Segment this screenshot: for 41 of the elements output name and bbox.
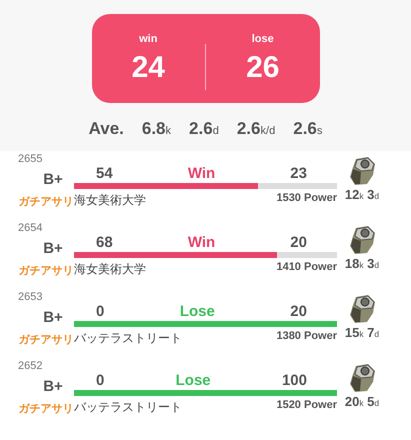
mode-name: ガチアサリ [18,333,74,347]
mode-name: ガチアサリ [18,264,74,278]
stage-name: バッテラストリート [74,399,182,416]
battle-number: 2652 [18,360,44,372]
stage-name: 海女美術大学 [74,261,146,278]
win-count: 24 [132,50,165,84]
enemy-score: 23 [290,165,307,182]
stage-name: 海女美術大学 [74,192,146,209]
rank: B+ [43,171,63,188]
battle-number: 2655 [18,153,44,165]
lose-count: 26 [246,50,280,84]
battle-number: 2654 [18,222,44,234]
weapon-icon [347,362,377,394]
enemy-score: 20 [290,303,307,320]
stage-name: バッテラストリート [74,330,182,347]
rank: B+ [43,378,63,395]
rank: B+ [43,240,63,257]
enemy-score: 100 [282,372,307,389]
power: 1520 Power [276,399,337,413]
power: 1380 Power [276,330,337,344]
win-label: win [139,32,158,44]
team-score: 68 [96,234,113,251]
enemy-score: 20 [290,234,307,251]
mode-name: ガチアサリ [18,195,74,209]
result-label: Lose [180,303,215,320]
team-score: 0 [96,372,104,389]
average-label: Ave. [88,119,124,139]
power: 1530 Power [276,192,337,206]
weapon-icon [347,224,377,256]
weapon-icon [347,155,377,187]
result-label: Win [188,165,216,182]
mode-name: ガチアサリ [18,402,74,416]
weapon-icon [347,293,377,325]
battle-number: 2653 [18,291,44,303]
power: 1410 Power [276,261,337,275]
result-label: Win [188,234,216,251]
team-score: 54 [96,165,113,182]
result-label: Lose [176,372,211,389]
rank: B+ [43,309,63,326]
lose-label: lose [252,32,274,44]
team-score: 0 [96,303,104,320]
